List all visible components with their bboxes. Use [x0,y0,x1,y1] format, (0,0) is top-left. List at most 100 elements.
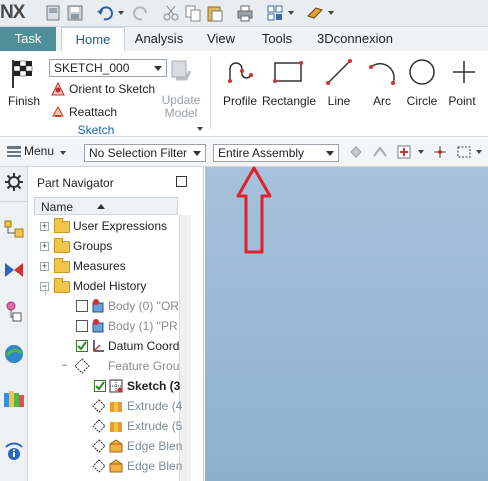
rectangle-select-icon[interactable] [456,144,472,160]
save-icon[interactable] [66,4,84,22]
point-snap-icon[interactable] [432,144,448,160]
list-item[interactable]: Datum Coord [28,336,180,356]
list-item[interactable]: + Measures [28,256,176,276]
copy-icon[interactable] [184,4,202,22]
list-item[interactable]: + User Expressions [28,216,176,236]
tab-tools[interactable]: Tools [252,27,302,51]
info-feed-icon[interactable] [3,439,25,461]
ribbon-home: Finish SKETCH_000 Orient to Sketch Reatt… [0,51,488,137]
window-dropdown-icon[interactable] [288,11,294,15]
list-item[interactable]: Extrude (5 [28,416,182,436]
update-model-button[interactable]: Update Model [158,94,204,120]
tab-analysis[interactable]: Analysis [128,27,190,51]
reuse-library-icon[interactable] [3,343,25,365]
constraint-navigator-icon[interactable] [3,259,25,281]
list-item[interactable]: Sketch (3 [28,376,180,396]
selection-bar: Menu No Selection Filter Entire Assembly [0,139,488,167]
select-all-icon[interactable] [348,144,364,160]
tree-label: Datum Coord [108,339,180,353]
print-icon[interactable] [236,4,254,22]
settings-gear-icon[interactable] [3,171,25,193]
expand-icon[interactable]: + [40,262,49,271]
snap-dropdown-icon[interactable] [418,150,424,154]
list-item[interactable]: Edge Blen [28,456,182,476]
tree-label: Body (1) "PR [108,319,178,333]
collapse-icon[interactable]: − [60,361,69,371]
visibility-checkbox-checked[interactable] [94,380,106,392]
body-icon [92,299,104,313]
menu-button[interactable]: Menu [24,144,54,158]
folder-icon [54,218,70,233]
tab-home[interactable]: Home [61,27,125,51]
extrude-icon [110,422,122,432]
rectangle-button[interactable]: Rectangle [262,94,316,108]
snap-icon[interactable] [372,144,388,160]
expand-icon[interactable]: + [40,222,49,231]
edge-blend-icon [109,439,123,453]
visibility-checkbox[interactable] [76,300,88,312]
sketch-group-more-icon[interactable] [197,127,203,131]
list-item[interactable]: − Feature Grou [28,356,179,376]
touch-mode-icon[interactable] [306,4,324,22]
profile-button[interactable]: Profile [220,94,260,108]
snap-point-icon[interactable] [396,144,412,160]
part-navigator-icon[interactable] [3,301,25,323]
customize-dropdown-icon[interactable] [328,11,334,15]
undo-icon[interactable] [96,4,114,22]
point-button[interactable]: Point [444,94,480,108]
menu-dropdown-icon[interactable] [60,151,66,155]
selection-filter-select[interactable]: No Selection Filter [84,144,206,162]
tab-3dconnexion[interactable]: 3Dconnexion [310,27,400,51]
group-divider [210,57,211,129]
sketch-group-label: Sketch [77,123,115,137]
visibility-checkbox[interactable] [76,320,88,332]
assembly-navigator-icon[interactable] [3,219,25,241]
cut-icon[interactable] [162,4,180,22]
folder-icon [54,258,70,273]
tab-view[interactable]: View [198,27,244,51]
part-navigator-panel: Part Navigator Name + User Expressions +… [28,167,204,481]
arc-icon[interactable] [367,57,397,87]
undo-dropdown-icon[interactable] [118,11,124,15]
roles-icon[interactable] [3,387,25,409]
list-item[interactable]: Body (1) "PR [28,316,178,336]
new-file-icon[interactable] [44,4,62,22]
finish-flag-icon[interactable] [8,57,38,89]
list-item[interactable]: Body (0) "OR [28,296,179,316]
line-button[interactable]: Line [322,94,356,108]
redo-icon[interactable] [132,4,150,22]
maximize-icon[interactable] [176,176,187,187]
circle-icon[interactable] [407,57,437,87]
orient-to-sketch-button[interactable]: Orient to Sketch [69,82,155,96]
column-header[interactable]: Name [34,197,178,215]
visibility-checkbox-checked[interactable] [76,340,88,352]
resource-divider [0,201,28,202]
resource-bar [0,167,28,481]
list-item[interactable]: − Model History [28,276,176,296]
reattach-icon [52,105,64,117]
arc-button[interactable]: Arc [366,94,398,108]
expand-icon[interactable]: + [40,242,49,251]
window-icon[interactable] [266,4,284,22]
part-navigator-title: Part Navigator [37,176,114,190]
list-item[interactable]: Edge Blen [28,436,182,456]
tab-task[interactable]: Task [0,27,56,51]
profile-icon[interactable] [225,57,255,87]
update-model-icon[interactable] [166,57,196,87]
select-dropdown-icon[interactable] [476,150,482,154]
circle-button[interactable]: Circle [404,94,440,108]
annotation-arrow-icon [236,166,272,254]
sketch-name-select[interactable]: SKETCH_000 [49,59,167,77]
list-item[interactable]: + Groups [28,236,176,256]
sketch-icon [109,379,123,393]
paste-icon[interactable] [206,4,224,22]
reattach-button[interactable]: Reattach [69,105,117,119]
line-icon[interactable] [324,57,354,87]
menu-icon[interactable] [6,145,22,159]
point-icon[interactable] [449,57,479,87]
selection-scope-select[interactable]: Entire Assembly [213,144,339,162]
rectangle-icon[interactable] [273,59,303,85]
list-item[interactable]: Extrude (4 [28,396,182,416]
finish-button[interactable]: Finish [4,94,44,108]
tree-label: Measures [73,259,126,273]
